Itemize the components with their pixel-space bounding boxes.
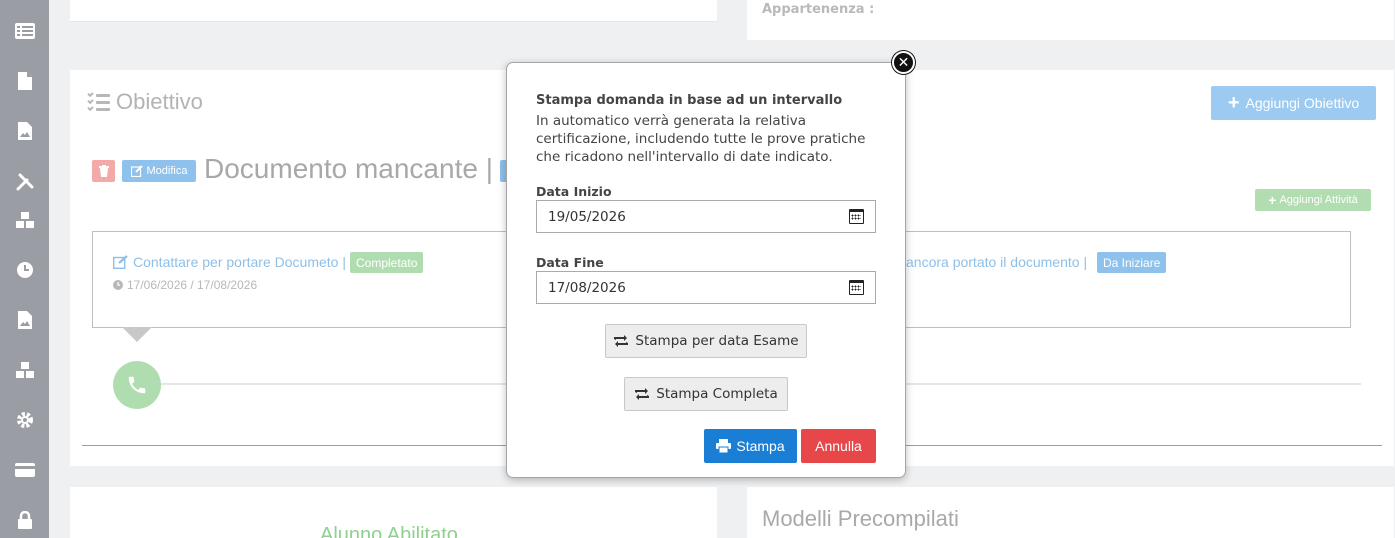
end-date-field[interactable]: 17/08/2026	[536, 271, 876, 304]
file-image-icon[interactable]	[15, 310, 35, 330]
appartenenza-label: Appartenenza :	[762, 2, 875, 17]
top-left-panel	[70, 0, 717, 22]
retweet-icon	[614, 335, 629, 347]
edit-icon	[130, 165, 143, 177]
add-objective-label: Aggiungi Obiettivo	[1245, 95, 1360, 111]
print-icon	[716, 439, 732, 453]
print-by-exam-date-button[interactable]: Stampa per data Esame	[605, 324, 807, 358]
cancel-button[interactable]: Annulla	[801, 429, 876, 463]
objective-heading: Obiettivo	[87, 89, 203, 115]
calendar-icon[interactable]	[849, 280, 864, 295]
cubes-icon[interactable]	[15, 210, 35, 230]
print-label: Stampa	[736, 438, 785, 454]
retweet-icon	[635, 388, 650, 400]
list-icon[interactable]	[15, 21, 35, 41]
close-icon[interactable]: ✕	[892, 51, 915, 74]
print-complete-button[interactable]: Stampa Completa	[624, 377, 788, 411]
templates-title: Modelli Precompilati	[762, 506, 959, 531]
plus-icon: +	[1227, 92, 1240, 114]
end-date-label: Data Fine	[536, 255, 604, 270]
cubes-icon[interactable]	[15, 360, 35, 380]
edit-label: Modifica	[146, 165, 188, 177]
tools-icon[interactable]	[15, 172, 35, 192]
activity-label: Contattare per portare Documeto |	[133, 254, 346, 270]
trash-icon	[98, 165, 109, 177]
start-date-value: 19/05/2026	[548, 208, 626, 225]
phone-icon[interactable]	[113, 361, 161, 409]
activity-link[interactable]: Contattare per portare Documeto |	[113, 254, 346, 270]
clock-icon	[113, 280, 123, 290]
edit-icon	[113, 255, 128, 269]
tasks-icon	[87, 90, 110, 112]
activity-pointer	[122, 327, 152, 342]
objective-title: Obiettivo	[116, 89, 203, 114]
print-by-exam-date-label: Stampa per data Esame	[635, 333, 799, 349]
edit-button[interactable]: Modifica	[122, 160, 196, 182]
student-enabled-title: Alunno Abilitato	[320, 524, 458, 538]
print-button[interactable]: Stampa	[704, 429, 797, 463]
start-date-label: Data Inizio	[536, 184, 612, 199]
add-activity-button[interactable]: + Aggiungi Attività	[1255, 189, 1371, 211]
add-activity-label: Aggiungi Attività	[1279, 194, 1358, 206]
delete-button[interactable]	[92, 160, 115, 182]
plus-icon: +	[1268, 192, 1277, 208]
print-complete-label: Stampa Completa	[656, 386, 778, 402]
lock-icon[interactable]	[15, 510, 35, 530]
dialog-title: Stampa domanda in base ad un intervallo	[536, 93, 843, 108]
sidebar	[0, 0, 49, 538]
calendar-icon[interactable]	[849, 209, 864, 224]
file-icon[interactable]	[15, 71, 35, 91]
end-date-value: 17/08/2026	[548, 279, 626, 296]
file-image-icon[interactable]	[15, 121, 35, 141]
dialog-description: In automatico verrà generata la relativa…	[536, 113, 866, 165]
credit-card-icon[interactable]	[15, 460, 35, 480]
add-objective-button[interactable]: + Aggiungi Obiettivo	[1211, 86, 1376, 120]
activity-date-range: 17/06/2026 / 17/08/2026	[127, 278, 258, 292]
clock-icon[interactable]	[15, 260, 35, 280]
activity-dates: 17/06/2026 / 17/08/2026	[113, 278, 257, 292]
status-badge-todo: Da Iniziare	[1097, 252, 1167, 273]
gear-icon[interactable]	[15, 410, 35, 430]
start-date-field[interactable]: 19/05/2026	[536, 200, 876, 233]
activity-link[interactable]: ancora portato il documento |	[906, 254, 1087, 270]
status-badge-completed: Completato	[350, 252, 424, 273]
document-title: Documento mancante |	[204, 153, 493, 184]
